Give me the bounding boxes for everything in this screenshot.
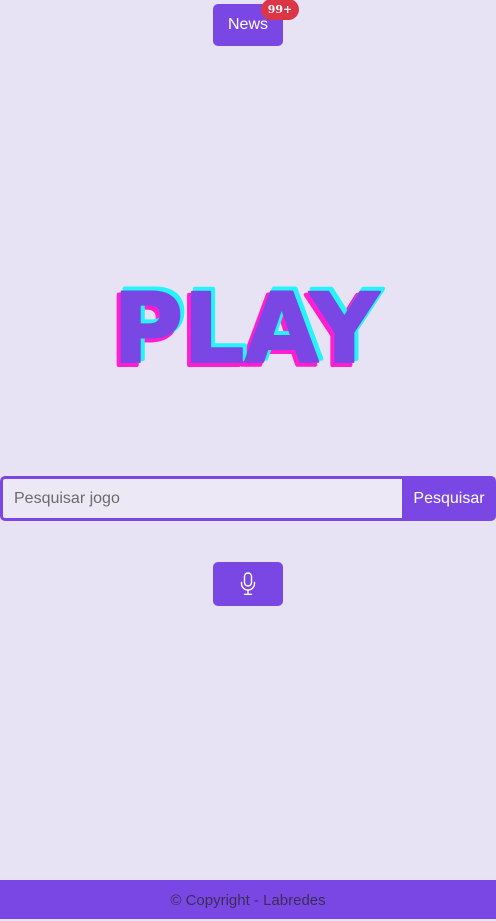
voice-search-button[interactable]: [213, 562, 283, 606]
play-logo: PLAY PLAY PLAY: [96, 270, 396, 380]
search-button[interactable]: Pesquisar: [402, 476, 496, 521]
news-count-badge: 99+: [261, 0, 299, 20]
microphone-icon: [240, 572, 256, 595]
footer: © Copyright - Labredes: [0, 880, 496, 919]
news-wrapper: News 99+: [213, 0, 299, 46]
logo-text: PLAY: [113, 273, 381, 380]
search-bar: Pesquisar: [0, 476, 496, 521]
search-input[interactable]: [0, 476, 402, 521]
copyright-text: © Copyright - Labredes: [170, 892, 326, 909]
play-logo-graphic: PLAY PLAY PLAY: [108, 270, 386, 380]
